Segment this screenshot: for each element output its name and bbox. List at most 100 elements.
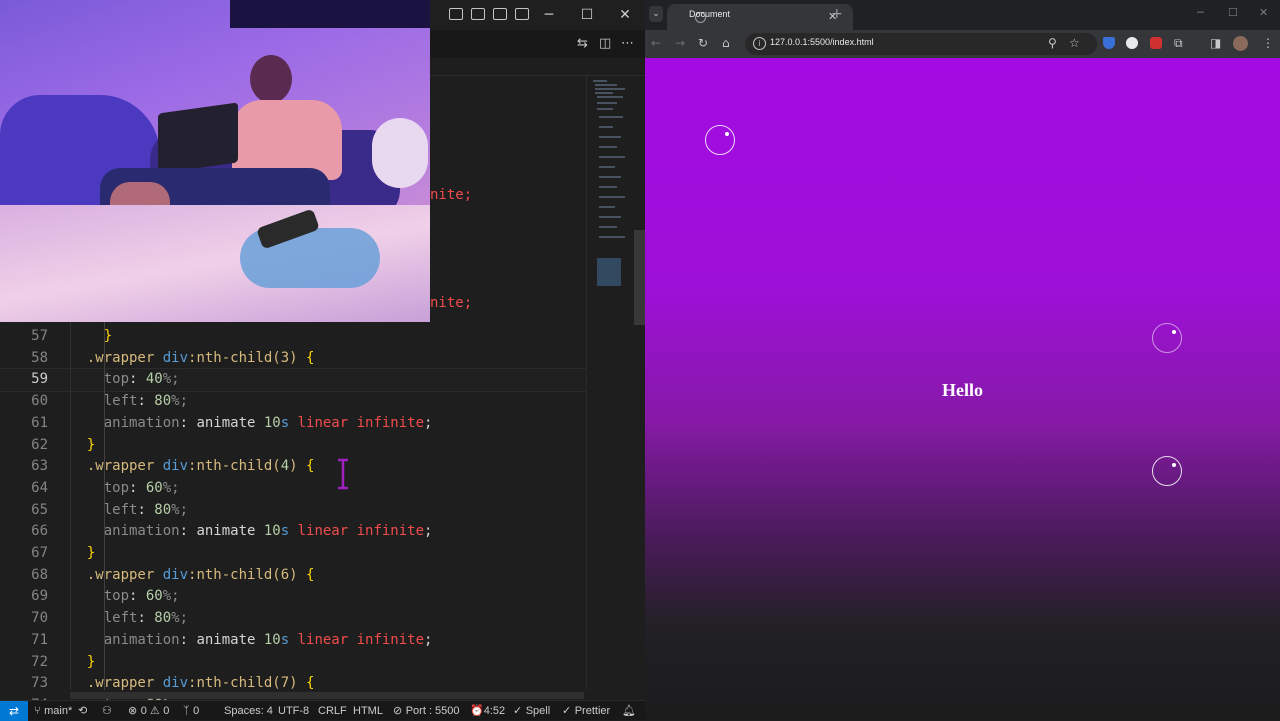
extensions-puzzle-icon[interactable]: ⧉ bbox=[1174, 36, 1183, 51]
back-button[interactable]: ← bbox=[651, 36, 661, 50]
prettier-indicator[interactable]: ✓ Prettier bbox=[562, 701, 610, 721]
plush-toy bbox=[372, 118, 428, 188]
code-token: top bbox=[103, 588, 130, 605]
code-token: .wrapper bbox=[70, 675, 163, 692]
more-actions-icon[interactable]: ⋯ bbox=[621, 36, 637, 51]
eol-indicator[interactable]: CRLF bbox=[318, 701, 347, 721]
code-token: animation bbox=[103, 414, 180, 431]
extension-icon[interactable] bbox=[1126, 37, 1138, 49]
shield-extension-icon[interactable] bbox=[1103, 37, 1115, 49]
vscode-maximize-button[interactable]: ☐ bbox=[568, 0, 606, 30]
vscode-minimize-button[interactable]: ─ bbox=[530, 0, 568, 30]
encoding-indicator[interactable]: UTF-8 bbox=[278, 701, 309, 721]
profile-avatar[interactable] bbox=[1233, 36, 1248, 51]
toggle-sidebar-icon[interactable] bbox=[449, 8, 463, 20]
line-code: .wrapper div:nth-child(6) { bbox=[70, 565, 315, 587]
browser-close-button[interactable]: ✕ bbox=[1259, 6, 1268, 19]
forward-button[interactable]: → bbox=[675, 36, 685, 50]
code-token: %; bbox=[162, 371, 180, 388]
line-number: 67 bbox=[31, 545, 48, 561]
code-token: .wrapper bbox=[70, 349, 163, 366]
live-server-port[interactable]: ⊘ Port : 5500 bbox=[393, 701, 460, 721]
code-token: animate bbox=[196, 631, 264, 648]
code-line[interactable]: 63 .wrapper div:nth-child(4) { bbox=[0, 456, 586, 478]
line-code: top: 60%; bbox=[70, 478, 180, 500]
page-heading: Hello bbox=[942, 380, 983, 400]
new-tab-button[interactable]: + bbox=[831, 6, 843, 22]
code-line[interactable]: 60 left: 80%; bbox=[0, 391, 586, 413]
browser-tab[interactable]: Document ✕ bbox=[667, 4, 853, 30]
code-line[interactable]: 67 } bbox=[0, 543, 586, 565]
sync-icon[interactable]: ⟲ bbox=[78, 701, 87, 721]
code-line[interactable]: 72 } bbox=[0, 652, 586, 674]
home-button[interactable]: ⌂ bbox=[722, 36, 730, 50]
code-token: : bbox=[137, 501, 155, 518]
code-line[interactable]: 66 animation: animate 10s linear infinit… bbox=[0, 521, 586, 543]
code-token: : bbox=[129, 371, 146, 388]
code-token: linear infinite bbox=[297, 523, 425, 540]
browser-maximize-button[interactable]: ☐ bbox=[1228, 6, 1238, 19]
code-token: { bbox=[306, 566, 315, 583]
code-line[interactable]: 68 .wrapper div:nth-child(6) { bbox=[0, 565, 586, 587]
code-token: : bbox=[179, 523, 197, 540]
code-line[interactable]: 59 top: 40%; bbox=[0, 368, 587, 393]
open-changes-icon[interactable]: ⇆ bbox=[577, 36, 593, 51]
line-number: 68 bbox=[31, 566, 48, 583]
site-info-icon[interactable]: i bbox=[753, 37, 766, 50]
reload-button[interactable]: ↻ bbox=[698, 36, 708, 50]
scrollbar-thumb[interactable] bbox=[634, 230, 645, 325]
timer-indicator[interactable]: ⏰4:52 bbox=[470, 701, 505, 721]
browser-minimize-button[interactable]: ─ bbox=[1197, 6, 1204, 19]
vscode-close-button[interactable]: ✕ bbox=[606, 0, 644, 30]
account-icon[interactable]: ⚇ bbox=[102, 701, 112, 721]
spell-indicator[interactable]: ✓ Spell bbox=[513, 701, 550, 721]
ports-indicator[interactable]: ᛉ 0 bbox=[183, 701, 199, 721]
line-number: 57 bbox=[31, 328, 48, 344]
bubble bbox=[1152, 456, 1182, 486]
line-number: 62 bbox=[31, 436, 48, 453]
code-token: :nth-child(7) bbox=[188, 675, 307, 692]
code-line[interactable]: 71 animation: animate 10s linear infinit… bbox=[0, 630, 586, 652]
indentation-indicator[interactable]: Spaces: 4 bbox=[224, 701, 273, 721]
line-code: left: 80%; bbox=[70, 391, 188, 413]
red-extension-icon[interactable] bbox=[1150, 37, 1162, 49]
code-token: %; bbox=[162, 479, 180, 496]
code-line[interactable]: 70 left: 80%; bbox=[0, 608, 586, 630]
split-editor-icon[interactable]: ◫ bbox=[599, 36, 615, 51]
address-bar[interactable]: i 127.0.0.1:5500/index.html ⚲ ☆ bbox=[745, 33, 1097, 55]
code-line[interactable]: 58 .wrapper div:nth-child(3) { bbox=[0, 348, 586, 370]
customize-layout-icon[interactable] bbox=[515, 8, 529, 20]
code-line[interactable]: 61 animation: animate 10s linear infinit… bbox=[0, 413, 586, 435]
side-panel-icon[interactable]: ◨ bbox=[1210, 36, 1221, 50]
bookmark-star-icon[interactable]: ☆ bbox=[1069, 36, 1080, 50]
line-number: 66 bbox=[31, 523, 48, 540]
minimap[interactable] bbox=[586, 76, 634, 690]
problems-indicator[interactable]: ⊗ 0 ⚠ 0 bbox=[128, 701, 169, 721]
browser-toolbar: ← → ↻ ⌂ i 127.0.0.1:5500/index.html ⚲ ☆ … bbox=[645, 30, 1280, 58]
toggle-panel-icon[interactable] bbox=[471, 8, 485, 20]
code-line[interactable]: 64 top: 60%; bbox=[0, 478, 586, 500]
code-token: :nth-child(3) bbox=[188, 349, 307, 366]
line-code: animation: animate 10s linear infinite; bbox=[70, 413, 433, 435]
code-token: linear infinite bbox=[297, 414, 425, 431]
line-code: left: 80%; bbox=[70, 608, 188, 630]
code-line[interactable]: 62 } bbox=[0, 435, 586, 457]
branch-indicator[interactable]: ⑂ main* bbox=[34, 701, 72, 721]
tab-search-button[interactable]: ⌄ bbox=[649, 6, 663, 22]
code-line[interactable]: 65 left: 80%; bbox=[0, 500, 586, 522]
vertical-scrollbar[interactable] bbox=[634, 76, 645, 690]
language-mode-indicator[interactable]: HTML bbox=[353, 701, 383, 721]
code-token: animation bbox=[103, 631, 180, 648]
horizontal-scrollbar[interactable] bbox=[70, 692, 584, 699]
url-text[interactable]: 127.0.0.1:5500/index.html bbox=[770, 37, 874, 47]
menu-icon[interactable]: ⋮ bbox=[1262, 36, 1274, 50]
code-line[interactable]: 69 top: 60%; bbox=[0, 586, 586, 608]
code-token: linear infinite bbox=[297, 631, 425, 648]
toggle-secondary-sidebar-icon[interactable] bbox=[493, 8, 507, 20]
notifications-icon[interactable]: 🔔︎ bbox=[622, 701, 636, 721]
remote-indicator-button[interactable]: ⇄ bbox=[0, 701, 28, 721]
code-line[interactable]: 57 } bbox=[0, 326, 586, 348]
zoom-icon[interactable]: ⚲ bbox=[1048, 36, 1057, 50]
code-token: : bbox=[137, 393, 155, 410]
